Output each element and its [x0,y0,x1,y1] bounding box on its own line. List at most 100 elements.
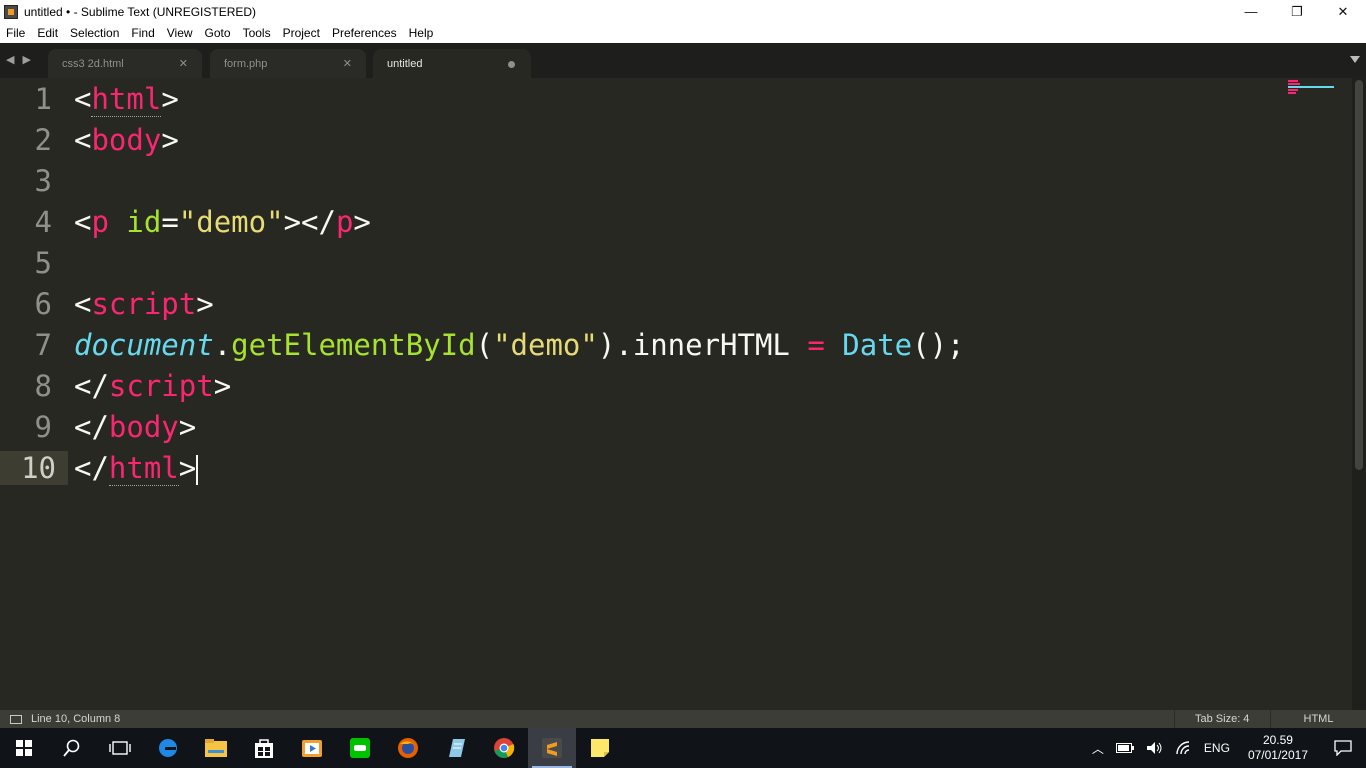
panel-toggle-icon[interactable] [10,714,22,724]
menu-find[interactable]: Find [125,26,160,40]
code-line[interactable]: 3 [0,160,1290,201]
code-line[interactable]: 9 </body> [0,406,1290,447]
volume-icon[interactable] [1140,741,1170,755]
code-token: > [178,409,197,444]
code-line[interactable]: 2 <body> [0,119,1290,160]
task-view-icon [109,741,131,755]
tab-list-dropdown-icon[interactable] [1350,56,1360,63]
media-player-button[interactable] [288,728,336,768]
search-button[interactable] [48,728,96,768]
tab-label: form.php [224,57,268,70]
syntax-label: HTML [1303,713,1334,725]
code-text: <html> [74,81,179,117]
chrome-button[interactable] [480,728,528,768]
code-token: "demo" [178,204,284,239]
tab-untitled[interactable]: untitled [373,49,531,78]
windows-taskbar: ︿ ENG 20.59 07/01/2017 [0,728,1366,768]
tab-size-label: Tab Size: 4 [1195,713,1250,725]
code-line[interactable]: 5 [0,242,1290,283]
code-token: body [91,122,162,157]
code-line[interactable]: 10 </html> [0,447,1290,488]
window-controls: — ❐ ✕ [1228,0,1366,23]
code-token: script [91,286,197,321]
code-line[interactable]: 1 <html> [0,78,1290,119]
restore-button[interactable]: ❐ [1274,0,1320,23]
minimap[interactable] [1288,80,1340,100]
menu-help[interactable]: Help [403,26,440,40]
line-number: 6 [34,286,52,321]
sticky-notes-button[interactable] [576,728,624,768]
code-token: = [161,204,179,239]
menu-project[interactable]: Project [277,26,326,40]
code-token: p [91,204,109,239]
clock[interactable]: 20.59 07/01/2017 [1236,733,1320,763]
file-explorer-icon [205,739,227,757]
tab-next-icon[interactable]: ▶ [22,53,30,66]
menu-selection[interactable]: Selection [64,26,125,40]
code-editor[interactable]: 1 <html> 2 <body> 3 4 <p id="demo"></p> 5 6 <scri… [0,78,1352,710]
close-button[interactable]: ✕ [1320,0,1366,23]
code-token: "demo" [493,327,598,362]
code-token: < [74,81,92,116]
line-number: 10 [0,450,68,485]
code-token: = [807,327,825,362]
code-token: ( [475,327,494,362]
start-button[interactable] [0,728,48,768]
tab-label: css3 2d.html [62,57,124,70]
battery-icon[interactable] [1110,743,1140,753]
code-token: < [74,204,92,239]
notepad-button[interactable] [432,728,480,768]
minimize-button[interactable]: — [1228,0,1274,23]
task-view-button[interactable] [96,728,144,768]
code-text: </body> [74,410,196,444]
menu-view[interactable]: View [161,26,199,40]
menu-edit[interactable]: Edit [31,26,64,40]
code-token: document [74,327,214,362]
action-center-button[interactable] [1320,728,1366,768]
cursor-position: Line 10, Column 8 [31,713,121,725]
tab-close-icon[interactable]: ✕ [343,57,352,70]
line-number: 3 [34,163,52,198]
file-explorer-button[interactable] [192,728,240,768]
line-button[interactable] [336,728,384,768]
sublime-text-button[interactable] [528,728,576,768]
code-token: p [335,204,354,239]
tab-size-selector[interactable]: Tab Size: 4 [1174,710,1270,728]
input-language[interactable]: ENG [1198,741,1236,755]
search-icon [63,739,80,757]
syntax-selector[interactable]: HTML [1270,710,1366,728]
code-text: document.getElementById("demo").innerHTM… [74,328,965,362]
unsaved-dot-icon[interactable] [508,61,515,68]
firefox-icon [398,738,418,758]
tab-close-icon[interactable]: ✕ [179,57,188,70]
menu-tools[interactable]: Tools [237,26,277,40]
system-tray: ︿ ENG 20.59 07/01/2017 [1086,728,1366,768]
scrollbar-thumb[interactable] [1355,80,1363,470]
firefox-button[interactable] [384,728,432,768]
code-token: < [74,286,92,321]
store-button[interactable] [240,728,288,768]
notification-icon [1334,740,1352,756]
menu-preferences[interactable]: Preferences [326,26,403,40]
menu-goto[interactable]: Goto [199,26,237,40]
code-line[interactable]: 8 </script> [0,365,1290,406]
status-bar: Line 10, Column 8 Tab Size: 4 HTML [0,710,1366,728]
tab-form-php[interactable]: form.php ✕ [210,49,366,78]
line-number: 7 [34,327,52,362]
show-hidden-icons-icon[interactable]: ︿ [1086,740,1110,757]
menu-file[interactable]: File [0,26,31,40]
code-line[interactable]: 7 document.getElementById("demo").innerHT… [0,324,1290,365]
code-token: > [196,286,214,321]
code-line[interactable]: 6 <script> [0,283,1290,324]
tab-css3-2d[interactable]: css3 2d.html ✕ [48,49,202,78]
title-bar: untitled • - Sublime Text (UNREGISTERED)… [0,0,1366,23]
wifi-icon[interactable] [1170,741,1198,755]
vertical-scrollbar[interactable] [1352,78,1366,710]
tab-prev-icon[interactable]: ◀ [6,53,14,66]
code-token: . [213,327,232,362]
code-token: Date [842,327,913,362]
code-line[interactable]: 4 <p id="demo"></p> [0,201,1290,242]
code-token: ).innerHTML [597,327,808,362]
edge-button[interactable] [144,728,192,768]
